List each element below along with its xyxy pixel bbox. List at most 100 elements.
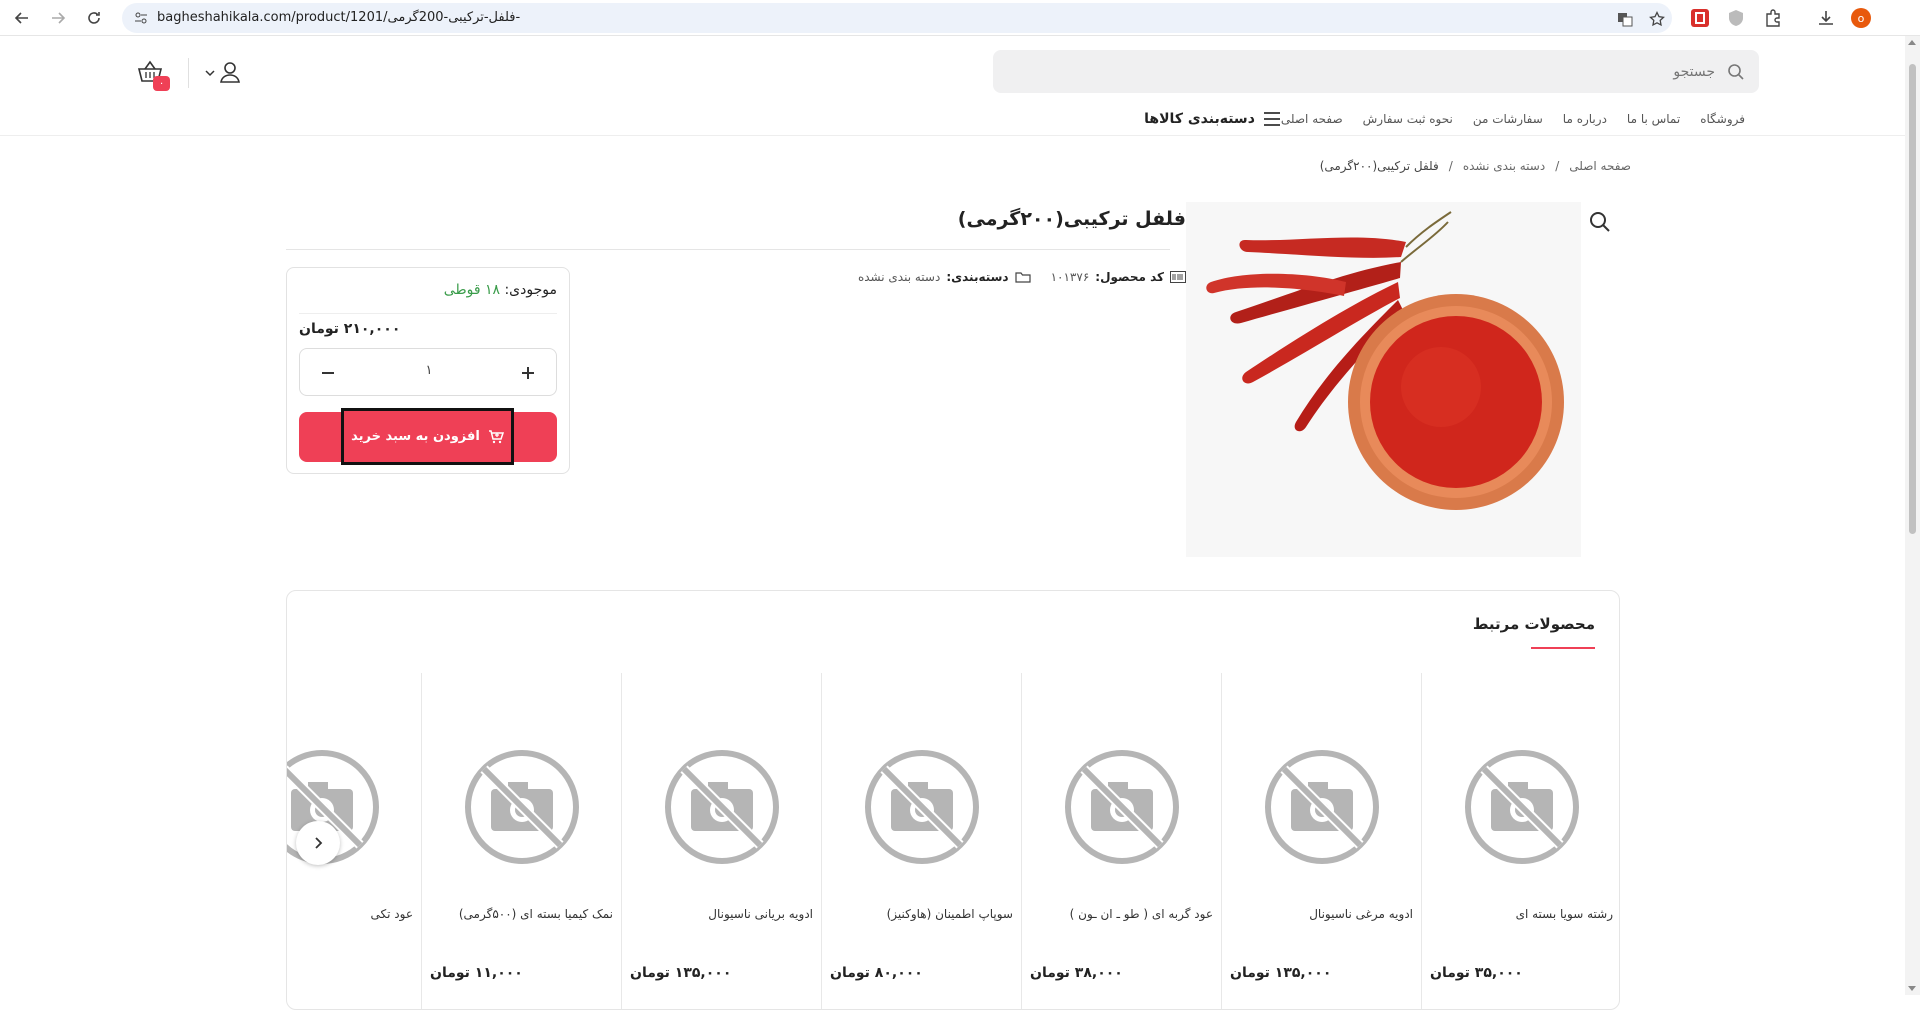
add-to-cart-focus[interactable]: افزودن به سبد خرید — [341, 408, 514, 465]
chevron-down-icon — [205, 70, 215, 77]
related-title: محصولات مرتبط — [1472, 615, 1595, 633]
extensions-puzzle-icon[interactable] — [1762, 7, 1784, 29]
scroll-down-arrow[interactable] — [1908, 986, 1916, 991]
site-settings-icon[interactable] — [134, 11, 148, 25]
categories-label: دسته‌بندی کالاها — [1144, 111, 1255, 127]
related-product-price: ۸۰,۰۰۰ تومان — [830, 965, 923, 981]
hamburger-icon — [1263, 112, 1280, 126]
folder-icon — [1014, 272, 1031, 283]
back-icon[interactable] — [10, 6, 34, 30]
cart-count-badge: ۰ — [153, 76, 170, 91]
related-product-price: ۱۱,۰۰۰ تومان — [430, 965, 523, 981]
add-to-cart-button[interactable]: افزودن به سبد خرید — [299, 408, 557, 465]
product-image[interactable] — [1186, 202, 1581, 557]
extension-red-icon[interactable] — [1689, 7, 1711, 29]
product-category: دسته‌بندی: دسته بندی نشده — [858, 270, 1031, 284]
quantity-stepper: ۱ — [299, 348, 557, 396]
related-product-name[interactable]: ادویه بریانی ناسیونال — [708, 907, 813, 921]
product-price: ۲۱۰,۰۰۰ تومان — [299, 321, 401, 337]
shield-extension-icon[interactable] — [1725, 7, 1747, 29]
related-product-card[interactable]: عود گربه ای ( طو ـ ان ـون ) ۳۸,۰۰۰ تومان — [1021, 673, 1221, 1009]
url-text: bagheshahikala.com/product/1201/فلفل-ترک… — [157, 10, 521, 25]
breadcrumb-current: فلفل ترکیبی(۲۰۰گرمی) — [1319, 159, 1439, 173]
chevron-right-icon — [315, 837, 323, 849]
nav-shop[interactable]: فروشگاه — [1700, 112, 1745, 126]
barcode-icon — [1170, 271, 1186, 283]
forward-icon[interactable] — [46, 6, 70, 30]
no-image-placeholder-icon — [465, 750, 579, 864]
no-image-placeholder-icon — [865, 750, 979, 864]
related-product-price: ۳۸,۰۰۰ تومان — [1030, 965, 1123, 981]
main-nav: دسته‌بندی کالاها صفحه اصلی نحوه ثبت سفار… — [1124, 106, 1765, 132]
reload-icon[interactable] — [82, 6, 106, 30]
nav-how-to-order[interactable]: نحوه ثبت سفارش — [1363, 112, 1453, 126]
header-divider — [188, 58, 189, 88]
bookmark-star-icon[interactable] — [1648, 10, 1666, 28]
product-meta: کد محصول: ۱۰۱۳۷۶ دسته‌بندی: دسته بندی نش… — [858, 270, 1186, 284]
nav-home[interactable]: صفحه اصلی — [1281, 112, 1343, 126]
product-category-label: دسته‌بندی: — [946, 270, 1009, 284]
search-box[interactable] — [993, 50, 1759, 93]
stock-label: موجودی: — [504, 282, 557, 298]
product-title: فلفل ترکیبی(۲۰۰گرمی) — [957, 208, 1186, 230]
categories-menu[interactable]: دسته‌بندی کالاها — [1144, 111, 1281, 127]
related-product-card[interactable]: ادویه مرغی ناسیونال ۱۳۵,۰۰۰ تومان — [1221, 673, 1421, 1009]
search-input[interactable] — [1035, 50, 1715, 93]
title-divider — [286, 249, 1170, 250]
nav-about[interactable]: درباره ما — [1563, 112, 1607, 126]
related-product-price: ۳۵,۰۰۰ تومان — [1430, 965, 1523, 981]
related-product-name[interactable]: عود تکی — [371, 907, 414, 921]
related-product-name[interactable]: رشته سویا بسته ای — [1516, 907, 1613, 921]
related-product-name[interactable]: نمک کیمیا بسته ای (۵۰۰گرمی) — [459, 907, 613, 921]
stock-value: ۱۸ قوطی — [443, 282, 501, 298]
related-product-card[interactable]: سوپاپ اطمینان (هاوکنیز) ۸۰,۰۰۰ تومان — [821, 673, 1021, 1009]
related-title-underline — [1531, 647, 1595, 649]
add-to-cart-label: افزودن به سبد خرید — [351, 429, 480, 444]
cart-plus-icon — [488, 429, 504, 443]
product-code-value: ۱۰۱۳۷۶ — [1050, 270, 1090, 284]
browser-toolbar: bagheshahikala.com/product/1201/فلفل-ترک… — [0, 0, 1920, 36]
page-scrollbar[interactable] — [1905, 36, 1920, 995]
product-category-value[interactable]: دسته بندی نشده — [858, 270, 940, 284]
address-bar[interactable]: bagheshahikala.com/product/1201/فلفل-ترک… — [122, 3, 1672, 33]
carousel-next-button[interactable] — [296, 821, 340, 865]
no-image-placeholder-icon — [665, 750, 779, 864]
related-product-card[interactable]: رشته سویا بسته ای ۳۵,۰۰۰ تومان — [1421, 673, 1619, 1009]
nav-my-orders[interactable]: سفارشات من — [1473, 112, 1543, 126]
no-image-placeholder-icon — [1065, 750, 1179, 864]
scroll-up-arrow[interactable] — [1908, 40, 1916, 45]
related-product-name[interactable]: ادویه مرغی ناسیونال — [1309, 907, 1413, 921]
breadcrumb: صفحه اصلی / دسته بندی نشده / فلفل ترکیبی… — [1320, 159, 1631, 173]
user-account-button[interactable] — [203, 60, 243, 86]
breadcrumb-separator: / — [1448, 159, 1453, 173]
related-products: محصولات مرتبط رشته سویا بسته ای ۳۵,۰۰۰ تو… — [286, 590, 1620, 1010]
related-product-price: ۱۳۵,۰۰۰ تومان — [1230, 965, 1332, 981]
related-product-card[interactable]: نمک کیمیا بسته ای (۵۰۰گرمی) ۱۱,۰۰۰ تومان — [421, 673, 621, 1009]
search-icon — [1728, 64, 1744, 80]
stock-info: موجودی: ۱۸ قوطی — [444, 282, 557, 298]
breadcrumb-category[interactable]: دسته بندی نشده — [1463, 159, 1545, 173]
breadcrumb-separator: / — [1555, 159, 1560, 173]
scrollbar-thumb[interactable] — [1909, 64, 1916, 534]
related-product-card[interactable]: ادویه بریانی ناسیونال ۱۳۵,۰۰۰ تومان — [621, 673, 821, 1009]
product-code: کد محصول: ۱۰۱۳۷۶ — [1051, 270, 1186, 284]
product-code-label: کد محصول: — [1095, 270, 1164, 284]
profile-avatar[interactable]: o — [1851, 8, 1871, 28]
nav-contact[interactable]: تماس با ما — [1627, 112, 1680, 126]
translate-icon[interactable] — [1616, 10, 1634, 28]
related-product-name[interactable]: سوپاپ اطمینان (هاوکنیز) — [887, 907, 1013, 921]
related-product-name[interactable]: عود گربه ای ( طو ـ ان ـون ) — [1070, 907, 1213, 921]
buybox-divider — [299, 313, 557, 314]
related-carousel: رشته سویا بسته ای ۳۵,۰۰۰ تومان ادویه مرغی … — [287, 673, 1619, 1009]
spice-bowl — [1348, 294, 1564, 510]
related-product-price: ۱۳۵,۰۰۰ تومان — [630, 965, 732, 981]
buy-box: موجودی: ۱۸ قوطی ۲۱۰,۰۰۰ تومان ۱ افزودن ب… — [286, 267, 570, 474]
no-image-placeholder-icon — [1465, 750, 1579, 864]
download-icon[interactable] — [1815, 7, 1837, 29]
zoom-search-icon[interactable] — [1588, 210, 1612, 234]
site-header: ۰ دسته‌بندی کالاها صفحه اصلی نحوه ثبت سف… — [0, 36, 1905, 136]
breadcrumb-home[interactable]: صفحه اصلی — [1569, 159, 1631, 173]
increase-quantity-button[interactable] — [516, 361, 540, 385]
no-image-placeholder-icon — [1265, 750, 1379, 864]
user-icon — [220, 62, 240, 83]
